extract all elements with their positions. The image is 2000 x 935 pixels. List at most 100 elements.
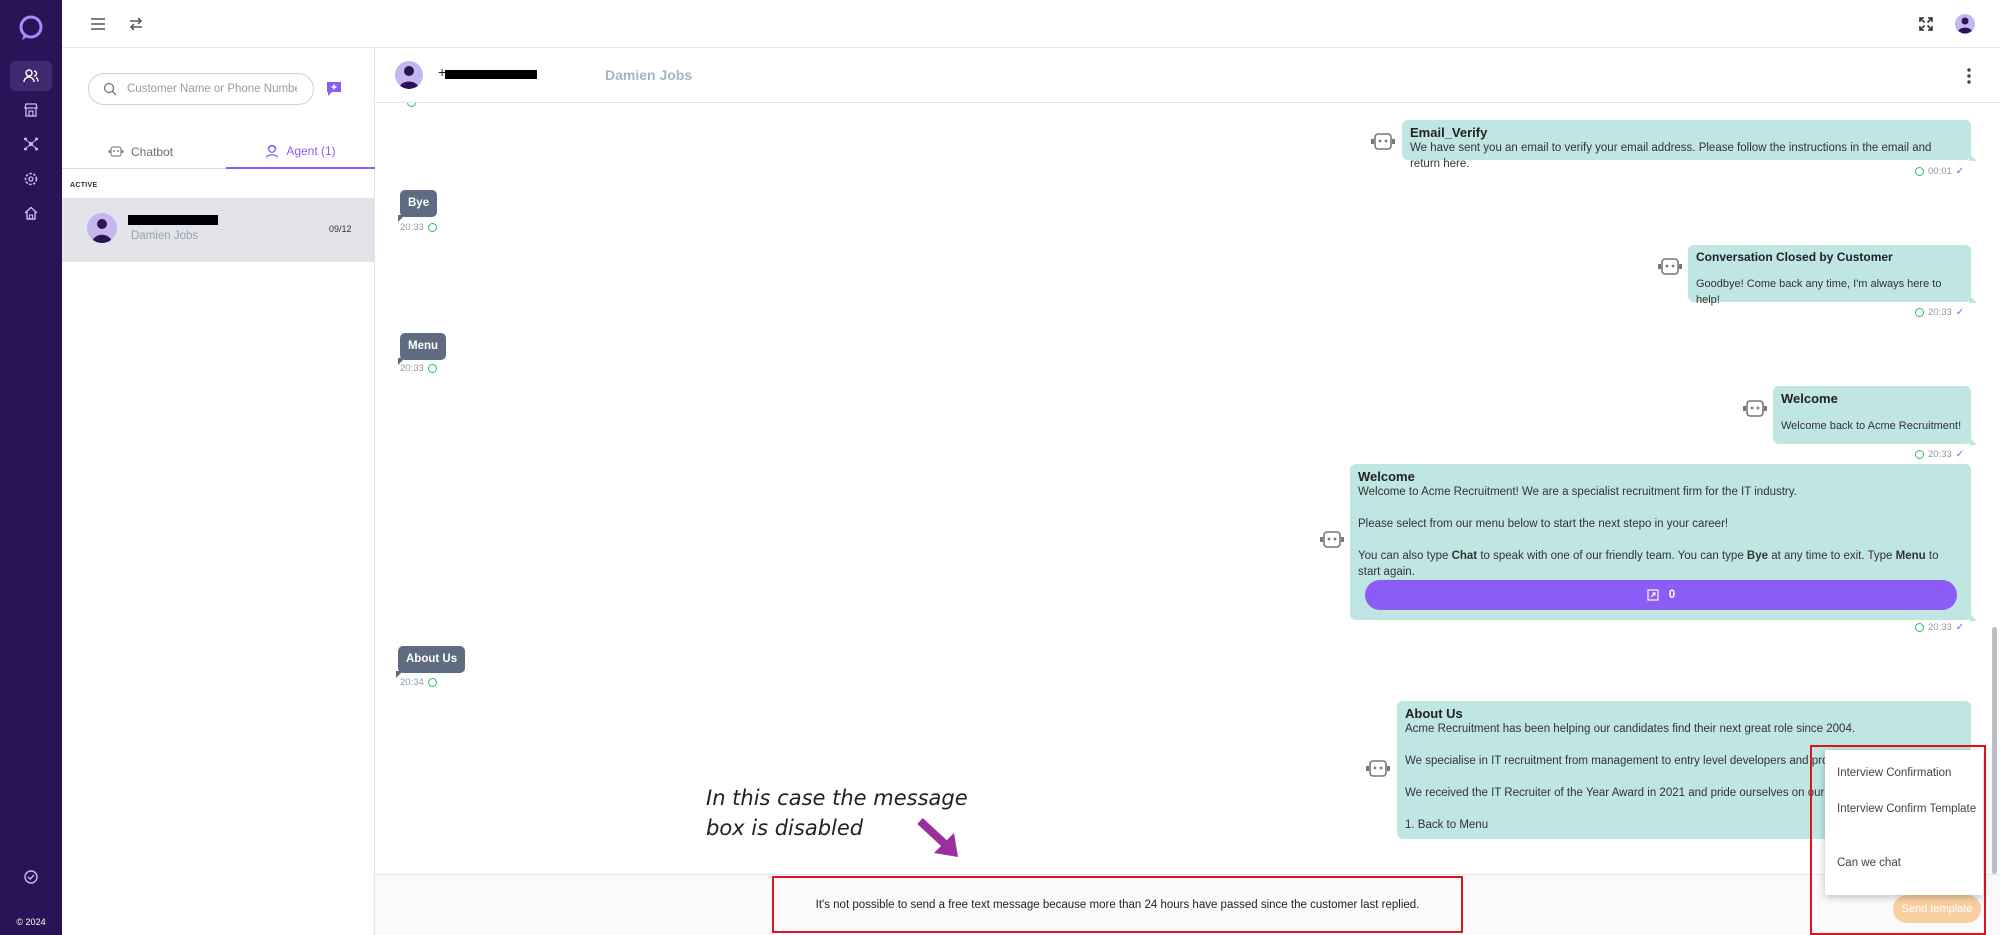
hamburger-icon <box>90 17 106 31</box>
message-text: Acme Recruitment has been helping our ca… <box>1405 723 1856 735</box>
message-title: Email_Verify <box>1410 125 1488 140</box>
whatsapp-icon <box>427 364 437 373</box>
bot-avatar-icon <box>1319 529 1345 551</box>
conversation-list-panel: Chatbot Agent (1) ACTIVE Damien Jobs 09/… <box>62 48 375 935</box>
avatar <box>87 213 117 243</box>
expand-icon <box>1918 16 1934 32</box>
message-time: 20:33 ✓ <box>1915 307 1964 318</box>
phone-number-redacted <box>445 70 537 79</box>
template-option-can-we-chat[interactable]: Can we chat <box>1837 854 1977 872</box>
message-text: You can also type Chat to speak with one… <box>1358 550 1939 578</box>
tab-agent[interactable]: Agent (1) <box>226 134 375 169</box>
message-time: 20:33 ✓ <box>1915 622 1964 633</box>
conversation-date: 09/12 <box>329 224 352 234</box>
robot-icon <box>108 145 124 158</box>
tab-chatbot-label: Chatbot <box>131 144 174 159</box>
chat-scrollbar[interactable] <box>1992 627 1997 874</box>
message-time: 20:33 <box>400 222 437 233</box>
kebab-menu-icon <box>1959 65 1979 87</box>
message-composer: It's not possible to send a free text me… <box>375 874 2000 935</box>
disabled-message-box: It's not possible to send a free text me… <box>772 876 1463 933</box>
customer-message-about-us: About Us <box>395 646 466 678</box>
app-rail: © 2024 <box>0 0 62 935</box>
users-icon <box>23 68 39 84</box>
chat-header: + Damien Jobs <box>375 48 2000 103</box>
bot-message-welcome: Welcome Welcome to Acme Recruitment! We … <box>1350 464 1977 621</box>
message-plus-icon <box>325 80 343 98</box>
menu-list-button-label: 0 <box>1668 589 1676 601</box>
message-text: Welcome to Acme Recruitment! We are a sp… <box>1358 486 1797 498</box>
message-time <box>400 103 416 108</box>
double-check-icon: ✓ <box>1955 307 1965 318</box>
nav-network[interactable] <box>10 129 52 159</box>
search-icon <box>103 82 117 96</box>
contact-name: Damien Jobs <box>605 67 693 83</box>
tab-chatbot[interactable]: Chatbot <box>108 134 173 169</box>
home-icon <box>23 205 39 221</box>
external-link-icon <box>1647 589 1659 601</box>
avatar <box>395 61 423 89</box>
nav-store[interactable] <box>10 95 52 125</box>
bot-message-welcome-back: Welcome Welcome back to Acme Recruitment… <box>1773 386 1977 445</box>
double-check-icon: ✓ <box>1955 622 1965 633</box>
bot-avatar-icon <box>1370 131 1396 153</box>
avatar-icon <box>1954 13 1976 35</box>
search-box <box>88 73 314 105</box>
whatsapp-icon <box>1915 623 1924 632</box>
message-time: 20:33 ✓ <box>1915 449 1964 460</box>
nav-contacts[interactable] <box>10 61 52 91</box>
customer-message-menu: Menu <box>397 333 447 365</box>
message-text: We have sent you an email to verify your… <box>1410 142 1932 170</box>
whatsapp-icon <box>1915 308 1924 317</box>
message-title: About Us <box>1405 706 1463 721</box>
new-chat-button[interactable] <box>325 80 343 98</box>
store-icon <box>23 102 39 118</box>
bot-avatar-icon <box>1657 256 1683 278</box>
template-option-interview-confirm-template[interactable]: Interview Confirm Template <box>1837 800 1977 818</box>
annotation-arrow-icon <box>916 817 966 861</box>
bot-message-email-verify: Email_Verify We have sent you an email t… <box>1402 120 1977 170</box>
nav-settings[interactable] <box>10 164 52 194</box>
message-text: Welcome back to Acme Recruitment! <box>1781 420 1962 432</box>
fullscreen-button[interactable] <box>1914 12 1938 36</box>
template-option-interview-confirmation[interactable]: Interview Confirmation <box>1837 764 1977 782</box>
conversation-item[interactable]: Damien Jobs 09/12 <box>62 198 375 262</box>
message-time: 20:33 <box>400 363 437 374</box>
bot-avatar-icon <box>1365 758 1391 780</box>
top-bar <box>62 0 2000 48</box>
tab-agent-label: Agent (1) <box>286 143 336 158</box>
double-check-icon: ✓ <box>1955 166 1965 177</box>
bot-message-conversation-closed: Conversation Closed by Customer Goodbye!… <box>1688 245 1977 306</box>
section-label-active: ACTIVE <box>70 182 98 189</box>
message-title: Welcome <box>1358 469 1415 484</box>
nav-home[interactable] <box>10 198 52 228</box>
nav-status[interactable] <box>10 862 52 892</box>
network-icon <box>23 136 39 152</box>
search-input[interactable] <box>127 83 297 95</box>
template-menu: Interview Confirmation Interview Confirm… <box>1825 750 1983 895</box>
conversation-subtitle: Damien Jobs <box>131 230 199 242</box>
whatsapp-icon <box>406 103 416 107</box>
menu-list-button[interactable]: 0 <box>1365 580 1957 610</box>
conversation-tabs: Chatbot Agent (1) <box>62 134 375 169</box>
message-title: Welcome <box>1781 391 1838 406</box>
menu-toggle-button[interactable] <box>86 12 110 36</box>
switch-button[interactable] <box>124 12 148 36</box>
message-time: 20:34 <box>400 677 437 688</box>
gear-icon <box>23 171 39 187</box>
message-title: Conversation Closed by Customer <box>1696 250 1893 264</box>
message-time: 00:01 ✓ <box>1915 166 1964 177</box>
user-menu-button[interactable] <box>1953 12 1977 36</box>
app-logo-icon <box>17 14 45 42</box>
customer-message-bye: Bye <box>397 190 438 222</box>
more-options-button[interactable] <box>1959 65 1979 87</box>
copyright-text: © 2024 <box>16 917 46 927</box>
whatsapp-icon <box>427 223 437 232</box>
whatsapp-icon <box>1915 167 1924 176</box>
agent-icon <box>265 144 279 158</box>
disabled-message-notice: It's not possible to send a free text me… <box>815 898 1420 911</box>
check-circle-icon <box>23 869 39 885</box>
chat-messages: Email_Verify We have sent you an email t… <box>375 103 2000 874</box>
swap-arrows-icon <box>128 17 144 31</box>
message-text: Please select from our menu below to sta… <box>1358 518 1729 530</box>
